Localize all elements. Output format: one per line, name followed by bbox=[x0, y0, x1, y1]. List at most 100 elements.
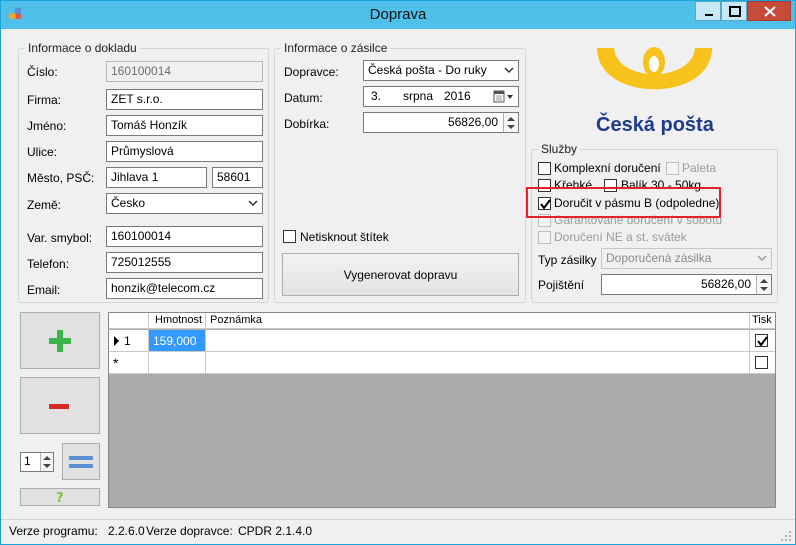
calendar-icon[interactable] bbox=[493, 90, 515, 104]
telefon-field[interactable]: 725012555 bbox=[106, 252, 263, 273]
netisknout-checkbox[interactable] bbox=[283, 230, 296, 243]
column-header-poznamka[interactable]: Poznámka bbox=[210, 314, 262, 326]
maximize-button[interactable] bbox=[721, 1, 747, 21]
minimize-button[interactable] bbox=[695, 1, 721, 21]
firma-field[interactable]: ZET s.r.o. bbox=[106, 89, 263, 110]
komplexni-label: Komplexní doručení bbox=[554, 161, 661, 175]
datum-month: srpna bbox=[403, 89, 434, 103]
equalize-button[interactable] bbox=[62, 443, 100, 480]
logo-text: Česká pošta bbox=[596, 114, 714, 136]
ulice-label: Ulice: bbox=[27, 145, 58, 159]
plus-icon bbox=[49, 330, 71, 352]
pojisteni-label: Pojištění bbox=[538, 278, 585, 292]
psc-field[interactable]: 58601 bbox=[212, 167, 263, 188]
grid-divider bbox=[749, 313, 750, 374]
datum-label: Datum: bbox=[284, 91, 323, 105]
main-window: Doprava Informace o dokladu Číslo: 16010… bbox=[0, 0, 796, 545]
program-version-label: Verze programu: bbox=[9, 524, 98, 538]
paleta-label: Paleta bbox=[682, 161, 717, 175]
firma-label: Firma: bbox=[27, 93, 61, 107]
dopravce-label: Dopravce: bbox=[284, 65, 339, 79]
help-icon: ? bbox=[56, 491, 64, 504]
generate-button[interactable]: Vygenerovat dopravu bbox=[282, 253, 519, 296]
dobirka-stepper[interactable] bbox=[503, 113, 518, 132]
dobirka-value: 56826,00 bbox=[447, 115, 498, 129]
var-symbol-label: Var. smybol: bbox=[27, 231, 93, 245]
dobirka-label: Dobírka: bbox=[284, 117, 330, 131]
ulice-field[interactable]: Průmyslová bbox=[106, 141, 263, 162]
add-row-button[interactable] bbox=[20, 312, 100, 369]
minimize-icon bbox=[705, 14, 713, 16]
var-symbol-field[interactable]: 160100014 bbox=[106, 226, 263, 247]
datum-day: 3. bbox=[371, 89, 382, 103]
status-bar: Verze programu: 2.2.6.0 Verze dopravce: … bbox=[1, 519, 795, 544]
mesto-field[interactable]: Jihlava 1 bbox=[106, 167, 207, 188]
column-header-tisk[interactable]: Tisk bbox=[752, 314, 772, 326]
tisk-checkbox[interactable] bbox=[755, 334, 768, 347]
svg-text:?: ? bbox=[56, 491, 64, 504]
dopravce-value: Česká pošta - Do ruky bbox=[368, 63, 487, 77]
telefon-label: Telefon: bbox=[27, 257, 70, 271]
equals-icon bbox=[69, 456, 93, 468]
paleta-checkbox[interactable] bbox=[666, 162, 679, 175]
dopravce-select[interactable]: Česká pošta - Do ruky bbox=[363, 60, 519, 81]
group-zasilka-legend: Informace o zásilce bbox=[281, 41, 391, 55]
new-row-marker: * bbox=[113, 355, 119, 371]
doruceni-ne-checkbox[interactable] bbox=[538, 231, 551, 244]
group-doklad-legend: Informace o dokladu bbox=[25, 41, 140, 55]
title-bar: Doprava bbox=[1, 1, 795, 29]
cislo-field[interactable]: 160100014 bbox=[106, 61, 263, 82]
komplexni-checkbox[interactable] bbox=[538, 162, 551, 175]
grid-divider bbox=[148, 313, 149, 374]
carrier-version-label: Verze dopravce: bbox=[146, 524, 233, 538]
checkmark-icon bbox=[757, 336, 768, 347]
zeme-label: Země: bbox=[27, 198, 62, 212]
chevron-down-icon bbox=[504, 67, 514, 74]
datum-picker[interactable]: 3. srpna 2016 bbox=[363, 86, 519, 107]
pojisteni-stepper[interactable] bbox=[756, 275, 771, 294]
cislo-label: Číslo: bbox=[27, 65, 58, 79]
count-stepper[interactable]: 1 bbox=[20, 452, 54, 472]
spin-up-icon bbox=[43, 456, 51, 460]
help-button[interactable]: ? bbox=[20, 488, 100, 506]
pojisteni-value: 56826,00 bbox=[700, 277, 751, 291]
chevron-down-icon bbox=[248, 200, 258, 207]
datum-year: 2016 bbox=[444, 89, 471, 103]
table-row[interactable]: 1 159,000 bbox=[109, 330, 775, 352]
packages-grid: Hmotnost Poznámka Tisk 1 159,000 * bbox=[108, 312, 776, 508]
hmotnost-value: 159,000 bbox=[153, 334, 197, 348]
spin-up-icon bbox=[507, 117, 515, 121]
window-title: Doprava bbox=[369, 6, 427, 23]
column-header-hmotnost[interactable]: Hmotnost bbox=[155, 314, 202, 326]
zeme-select[interactable]: Česko bbox=[106, 193, 263, 214]
tisk-checkbox-new[interactable] bbox=[755, 356, 768, 369]
spin-down-icon bbox=[760, 287, 768, 291]
hmotnost-cell[interactable]: 159,000 bbox=[149, 330, 205, 351]
spin-down-icon bbox=[43, 464, 51, 468]
generate-button-label: Vygenerovat dopravu bbox=[343, 268, 458, 282]
email-field[interactable]: honzik@telecom.cz bbox=[106, 278, 263, 299]
close-icon bbox=[764, 6, 776, 17]
mesto-psc-label: Město, PSČ: bbox=[27, 171, 95, 185]
email-label: Email: bbox=[27, 283, 61, 297]
typ-zasilky-label: Typ zásilky bbox=[538, 253, 597, 267]
resize-grip-icon[interactable] bbox=[780, 530, 792, 542]
spin-down-icon bbox=[507, 125, 515, 129]
typ-zasilky-value: Doporučená zásilka bbox=[606, 251, 712, 265]
jmeno-field[interactable]: Tomáš Honzík bbox=[106, 115, 263, 136]
grid-divider bbox=[205, 313, 206, 374]
count-value: 1 bbox=[24, 454, 31, 468]
remove-row-button[interactable] bbox=[20, 377, 100, 434]
carrier-version: CPDR 2.1.4.0 bbox=[238, 524, 313, 538]
chevron-down-icon bbox=[757, 255, 767, 262]
typ-zasilky-select[interactable]: Doporučená zásilka bbox=[601, 248, 772, 269]
close-button[interactable] bbox=[747, 1, 791, 21]
highlight-box bbox=[526, 187, 721, 218]
group-sluzby-legend: Služby bbox=[538, 142, 581, 156]
dobirka-field[interactable]: 56826,00 bbox=[363, 112, 519, 133]
maximize-icon bbox=[729, 6, 741, 17]
new-row[interactable]: * bbox=[109, 352, 775, 374]
pojisteni-field[interactable]: 56826,00 bbox=[601, 274, 772, 295]
jmeno-label: Jméno: bbox=[27, 119, 67, 133]
count-spin[interactable] bbox=[40, 453, 53, 471]
